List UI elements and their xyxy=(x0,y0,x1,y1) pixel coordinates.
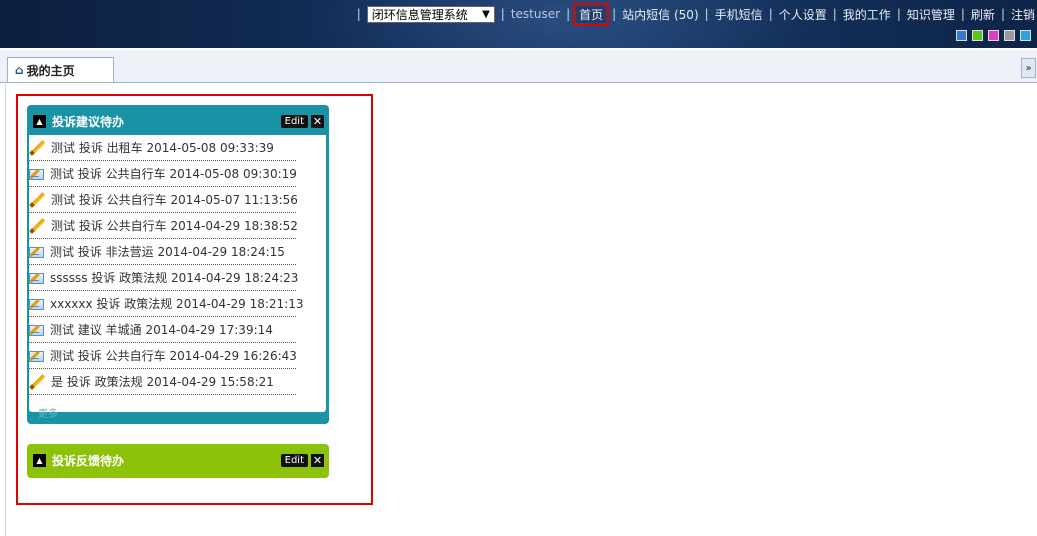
nav-separator: | xyxy=(500,7,505,21)
nav-separator: | xyxy=(566,7,571,21)
system-select-value: 闭环信息管理系统 xyxy=(371,7,468,22)
tab-label: 我的主页 xyxy=(26,63,75,78)
left-border xyxy=(5,84,6,536)
top-header: | 闭环信息管理系统 ▼ | testuser | 首页 | 站内短信 (50)… xyxy=(0,0,1037,48)
nav-separator: | xyxy=(356,7,361,21)
collapse-chevron-icon[interactable]: » xyxy=(1021,58,1036,78)
theme-swatch-gray[interactable] xyxy=(1004,30,1015,41)
nav-logout[interactable]: 注销 xyxy=(1011,6,1035,23)
nav-user[interactable]: testuser xyxy=(511,7,560,21)
dropdown-arrow-icon: ▼ xyxy=(482,8,490,20)
top-nav: | 闭环信息管理系统 ▼ | testuser | 首页 | 站内短信 (50)… xyxy=(351,2,1035,26)
nav-separator: | xyxy=(768,7,773,21)
nav-knowledge[interactable]: 知识管理 xyxy=(907,6,955,23)
nav-home[interactable]: 首页 xyxy=(573,2,610,26)
theme-swatch-lightblue[interactable] xyxy=(1020,30,1031,41)
nav-separator: | xyxy=(832,7,837,21)
nav-separator: | xyxy=(704,7,709,21)
nav-sms[interactable]: 手机短信 xyxy=(715,6,763,23)
nav-separator: | xyxy=(960,7,965,21)
highlight-box xyxy=(16,94,373,505)
tab-strip: ⌂ 我的主页 xyxy=(0,50,1037,83)
tab-my-homepage[interactable]: ⌂ 我的主页 xyxy=(7,57,114,82)
nav-separator: | xyxy=(1000,7,1005,21)
nav-separator: | xyxy=(896,7,901,21)
nav-personal-settings[interactable]: 个人设置 xyxy=(779,6,827,23)
nav-my-work[interactable]: 我的工作 xyxy=(843,6,891,23)
theme-swatches xyxy=(956,30,1031,41)
home-icon: ⌂ xyxy=(15,63,24,77)
system-select[interactable]: 闭环信息管理系统 ▼ xyxy=(366,5,495,23)
theme-swatch-pink[interactable] xyxy=(988,30,999,41)
nav-separator: | xyxy=(612,7,617,21)
nav-refresh[interactable]: 刷新 xyxy=(971,6,995,23)
nav-inbox-messages[interactable]: 站内短信 (50) xyxy=(622,6,698,23)
theme-swatch-green[interactable] xyxy=(972,30,983,41)
theme-swatch-blue[interactable] xyxy=(956,30,967,41)
